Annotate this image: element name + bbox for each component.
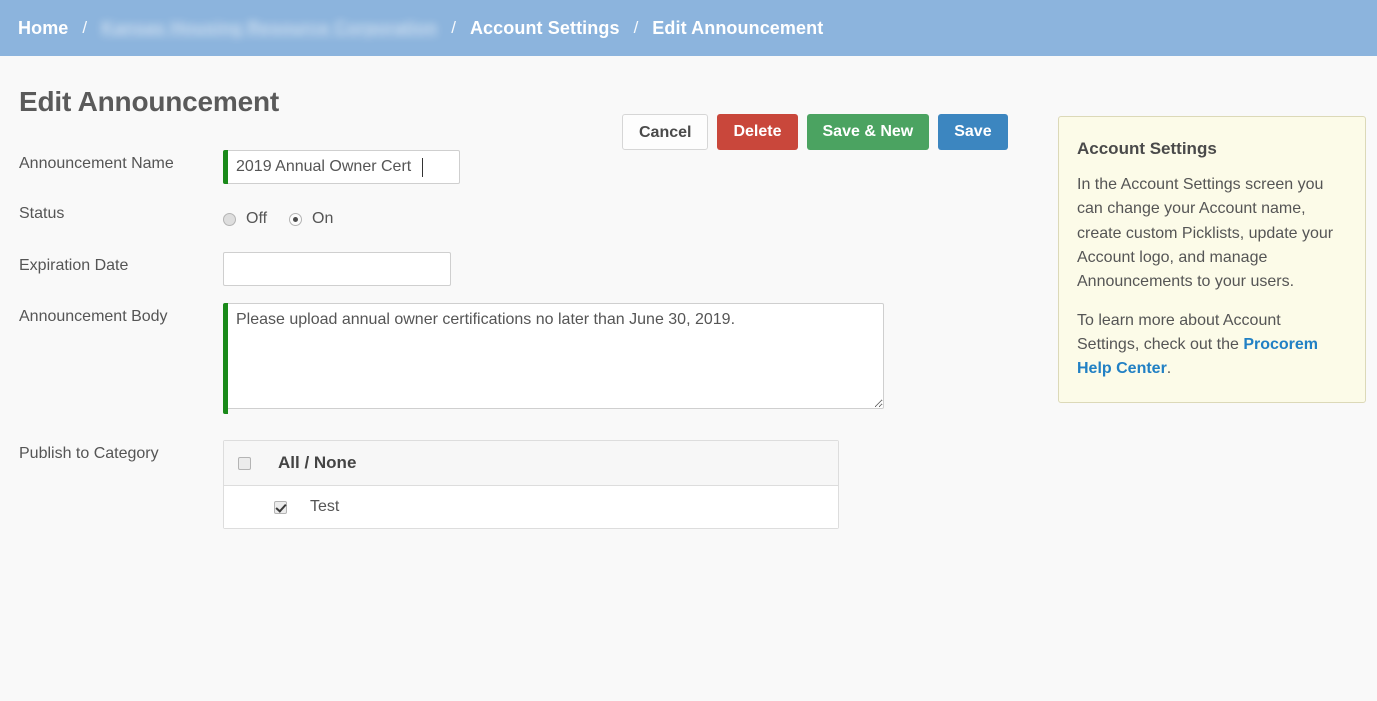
- category-table: All / None Test: [223, 440, 839, 529]
- breadcrumb-separator: /: [451, 18, 456, 37]
- announcement-body-field-wrap: Please upload annual owner certification…: [223, 303, 884, 414]
- help-text-after-link: .: [1166, 360, 1172, 378]
- action-button-group: Cancel Delete Save & New Save: [622, 114, 1008, 150]
- cancel-button[interactable]: Cancel: [622, 114, 709, 150]
- status-radio-off[interactable]: Off: [223, 210, 267, 228]
- expiration-date-input[interactable]: [223, 252, 451, 286]
- breadcrumb-separator: /: [633, 18, 639, 37]
- status-radio-on-label: On: [312, 210, 334, 227]
- all-none-label: All / None: [278, 453, 357, 472]
- category-label-test: Test: [310, 498, 340, 515]
- announcement-body-label: Announcement Body: [19, 308, 168, 325]
- category-table-header[interactable]: All / None: [224, 441, 838, 486]
- radio-off-icon[interactable]: [223, 212, 236, 226]
- breadcrumb-separator: /: [82, 18, 88, 37]
- required-indicator: [223, 150, 228, 184]
- save-button[interactable]: Save: [938, 114, 1008, 150]
- breadcrumb-item-account-settings[interactable]: Account Settings: [470, 18, 620, 39]
- page-body: Edit Announcement Cancel Delete Save & N…: [0, 56, 1377, 701]
- delete-button[interactable]: Delete: [717, 114, 798, 150]
- help-panel: Account Settings In the Account Settings…: [1058, 116, 1366, 403]
- announcement-name-field-wrap: [223, 150, 460, 184]
- status-radio-off-label: Off: [246, 210, 268, 227]
- announcement-name-input[interactable]: [228, 150, 460, 184]
- breadcrumb-item-edit-announcement: Edit Announcement: [652, 17, 824, 38]
- announcement-body-textarea[interactable]: Please upload annual owner certification…: [228, 303, 884, 409]
- required-indicator: [223, 303, 228, 414]
- breadcrumb: Home / Kansas Housing Resource Corporati…: [0, 0, 1377, 56]
- table-row[interactable]: Test: [224, 486, 838, 528]
- help-panel-paragraph-2: To learn more about Account Settings, ch…: [1077, 309, 1347, 382]
- publish-to-category-label: Publish to Category: [19, 445, 159, 462]
- all-none-checkbox[interactable]: [238, 456, 251, 470]
- expiration-date-label: Expiration Date: [19, 257, 129, 274]
- help-panel-paragraph-1: In the Account Settings screen you can c…: [1077, 176, 1334, 291]
- breadcrumb-item-account[interactable]: Kansas Housing Resource Corporation: [101, 18, 437, 39]
- status-radio-on[interactable]: On: [289, 210, 333, 228]
- breadcrumb-item-home[interactable]: Home: [18, 18, 68, 39]
- status-label: Status: [19, 205, 65, 222]
- announcement-name-label: Announcement Name: [19, 155, 174, 172]
- status-radio-group: Off On: [223, 200, 355, 236]
- expiration-date-field-wrap: [223, 252, 451, 286]
- help-panel-title: Account Settings: [1077, 139, 1217, 158]
- page-title: Edit Announcement: [19, 86, 280, 117]
- category-checkbox-test[interactable]: [274, 500, 287, 514]
- text-caret: [422, 158, 423, 177]
- save-and-new-button[interactable]: Save & New: [806, 114, 930, 150]
- radio-on-icon[interactable]: [289, 212, 303, 226]
- form-row-categories: Publish to Category All / None Test: [19, 440, 1377, 529]
